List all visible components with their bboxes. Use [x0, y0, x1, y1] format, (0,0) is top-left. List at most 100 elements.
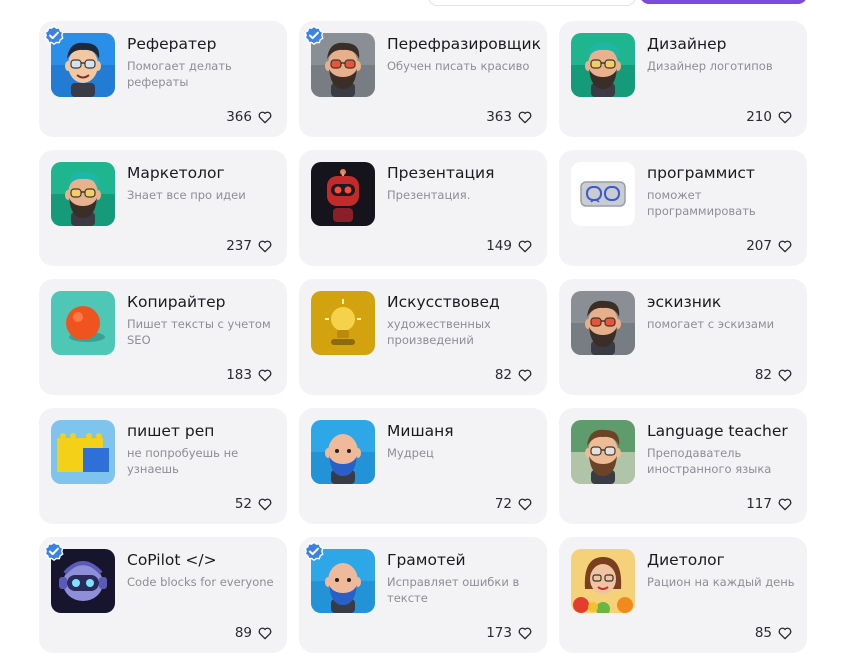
- card-title: Дизайнер: [647, 35, 727, 53]
- like-button[interactable]: 117: [746, 496, 793, 512]
- teal-hair-bearded-man-icon: [571, 33, 635, 97]
- assistant-card[interactable]: CoPilot </> Code blocks for everyone 89: [39, 537, 287, 653]
- heart-icon[interactable]: [777, 367, 793, 383]
- teacher-man-icon: [571, 420, 635, 484]
- likes-count: 89: [234, 625, 252, 641]
- like-button[interactable]: 85: [755, 625, 793, 641]
- assistant-card[interactable]: Грамотей Исправляет ошибки в тексте 173: [299, 537, 547, 653]
- like-button[interactable]: 52: [235, 496, 273, 512]
- card-description: помогает с эскизами: [647, 317, 775, 331]
- like-button[interactable]: 82: [495, 367, 533, 383]
- likes-count: 117: [746, 496, 772, 512]
- heart-icon[interactable]: [257, 109, 273, 125]
- card-description: Рацион на каждый день: [647, 575, 795, 589]
- create-button[interactable]: [640, 0, 807, 4]
- search-field[interactable]: [428, 0, 636, 6]
- assistant-card[interactable]: пишет реп не попробуешь не узнаешь 52: [39, 408, 287, 524]
- likes-count: 366: [226, 109, 252, 125]
- card-description: Презентация.: [387, 188, 471, 202]
- verified-badge-icon: [303, 25, 325, 47]
- heart-icon[interactable]: [777, 625, 793, 641]
- card-description: Дизайнер логотипов: [647, 59, 773, 73]
- heart-icon[interactable]: [517, 367, 533, 383]
- card-title: Language teacher: [647, 422, 788, 440]
- card-title: Копирайтер: [127, 293, 226, 311]
- card-description: не попробуешь не узнаешь: [127, 446, 239, 476]
- card-title: пишет реп: [127, 422, 215, 440]
- card-title: Искусствовед: [387, 293, 500, 311]
- assistant-card[interactable]: Копирайтер Пишет тексты с учетом SEO 183: [39, 279, 287, 395]
- card-description: Помогает делать рефераты: [127, 59, 232, 89]
- assistant-card[interactable]: Искусствовед художественных произведений 8…: [299, 279, 547, 395]
- likes-count: 82: [494, 367, 512, 383]
- like-button[interactable]: 82: [755, 367, 793, 383]
- like-button[interactable]: 237: [226, 238, 273, 254]
- assistant-card[interactable]: Language teacher Преподаватель иностранно…: [559, 408, 807, 524]
- orange-ball-icon: [51, 291, 115, 355]
- assistant-card[interactable]: Перефразировщик Обучен писать красиво 363: [299, 21, 547, 137]
- woman-fruits-icon: [571, 549, 635, 613]
- teal-hair-bearded-man-icon: [51, 162, 115, 226]
- card-description: поможет программировать: [647, 188, 756, 218]
- card-title: Грамотей: [387, 551, 466, 569]
- heart-icon[interactable]: [517, 496, 533, 512]
- likes-count: 85: [754, 625, 772, 641]
- likes-count: 149: [486, 238, 512, 254]
- like-button[interactable]: 89: [235, 625, 273, 641]
- card-title: Реферaтер: [127, 35, 217, 53]
- heart-icon[interactable]: [257, 238, 273, 254]
- bald-blue-beard-man-icon: [311, 420, 375, 484]
- heart-icon[interactable]: [257, 496, 273, 512]
- likes-count: 72: [494, 496, 512, 512]
- like-button[interactable]: 366: [226, 109, 273, 125]
- verified-badge-icon: [43, 541, 65, 563]
- card-description: Исправляет ошибки в тексте: [387, 575, 520, 605]
- heart-icon[interactable]: [777, 109, 793, 125]
- likes-count: 173: [486, 625, 512, 641]
- assistant-card[interactable]: Дизайнер Дизайнер логотипов 210: [559, 21, 807, 137]
- card-title: эскизник: [647, 293, 722, 311]
- assistant-card[interactable]: Мишаня Мудрец 72: [299, 408, 547, 524]
- assistant-card[interactable]: Презентация Презентация. 149: [299, 150, 547, 266]
- heart-icon[interactable]: [777, 496, 793, 512]
- likes-count: 237: [226, 238, 252, 254]
- likes-count: 210: [746, 109, 772, 125]
- bearded-man-red-glasses-icon: [571, 291, 635, 355]
- likes-count: 363: [486, 109, 512, 125]
- lego-bricks-icon: [51, 420, 115, 484]
- code-glasses-icon: [571, 162, 635, 226]
- heart-icon[interactable]: [257, 625, 273, 641]
- assistant-card[interactable]: программист поможет программировать 207: [559, 150, 807, 266]
- assistant-card[interactable]: эскизник помогает с эскизами 82: [559, 279, 807, 395]
- heart-icon[interactable]: [257, 367, 273, 383]
- card-title: Мишаня: [387, 422, 454, 440]
- like-button[interactable]: 173: [486, 625, 533, 641]
- verified-badge-icon: [43, 25, 65, 47]
- robot-icon: [311, 162, 375, 226]
- card-description: Мудрец: [387, 446, 434, 460]
- heart-icon[interactable]: [517, 238, 533, 254]
- assistant-card[interactable]: Маркетолог Знает все про идеи 237: [39, 150, 287, 266]
- likes-count: 207: [746, 238, 772, 254]
- likes-count: 183: [226, 367, 252, 383]
- like-button[interactable]: 363: [486, 109, 533, 125]
- card-title: CoPilot </>: [127, 551, 217, 569]
- like-button[interactable]: 183: [226, 367, 273, 383]
- card-title: Презентация: [387, 164, 495, 182]
- like-button[interactable]: 210: [746, 109, 793, 125]
- assistant-card[interactable]: Реферaтер Помогает делать рефераты 366: [39, 21, 287, 137]
- like-button[interactable]: 72: [495, 496, 533, 512]
- card-title: Перефразировщик: [387, 35, 541, 53]
- lightbulb-icon: [311, 291, 375, 355]
- heart-icon[interactable]: [517, 109, 533, 125]
- heart-icon[interactable]: [517, 625, 533, 641]
- assistant-card[interactable]: Диетолог Рацион на каждый день 85: [559, 537, 807, 653]
- heart-icon[interactable]: [777, 238, 793, 254]
- card-description: Обучен писать красиво: [387, 59, 530, 73]
- card-description: Преподаватель иностранного языка: [647, 446, 772, 476]
- like-button[interactable]: 149: [486, 238, 533, 254]
- card-description: художественных произведений: [387, 317, 491, 347]
- likes-count: 52: [234, 496, 252, 512]
- card-description: Знает все про идеи: [127, 188, 246, 202]
- like-button[interactable]: 207: [746, 238, 793, 254]
